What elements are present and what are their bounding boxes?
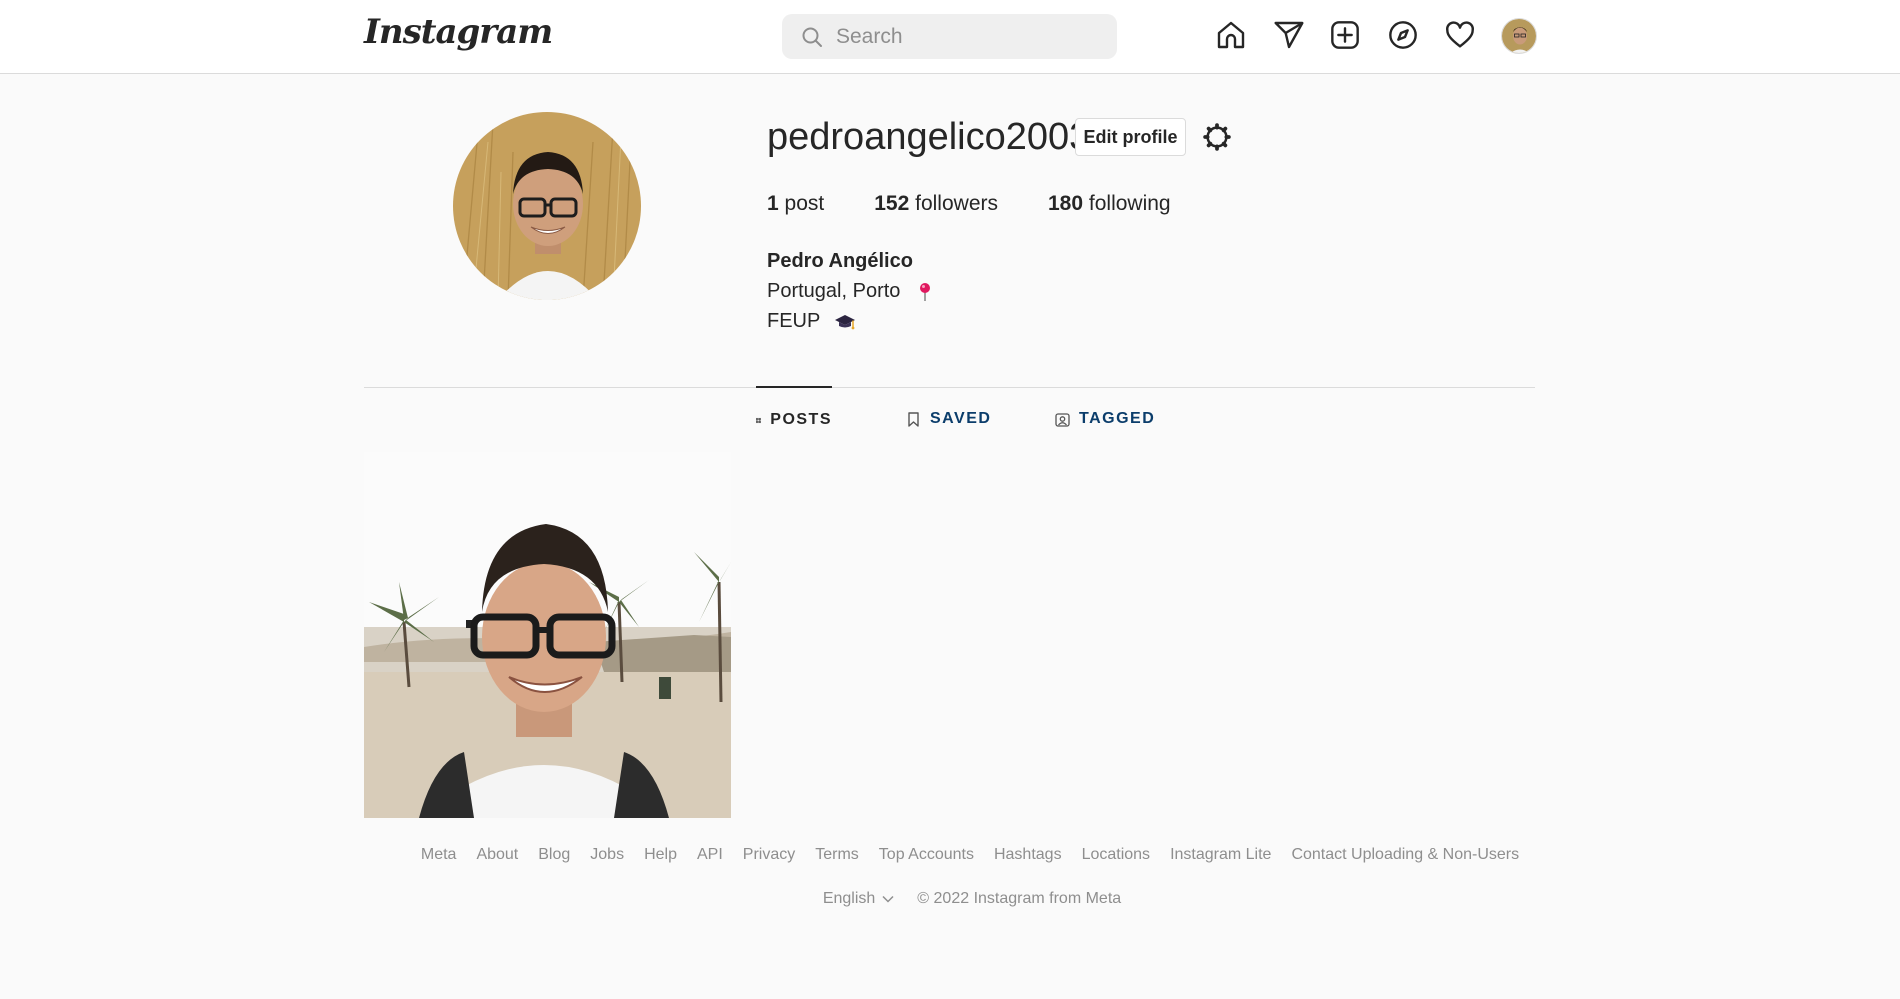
footer-link-locations[interactable]: Locations — [1082, 846, 1151, 864]
edit-profile-button[interactable]: Edit profile — [1075, 118, 1186, 156]
footer-links: Meta About Blog Jobs Help API Privacy Te… — [0, 846, 1900, 864]
direct-message-icon — [1274, 21, 1304, 49]
tab-saved-label: SAVED — [930, 410, 992, 427]
top-navigation-bar: Instagram — [0, 0, 1900, 74]
following-label: following — [1088, 192, 1171, 215]
instagram-logo[interactable]: Instagram — [364, 12, 553, 52]
bio-location-text: Portugal, Porto — [767, 280, 901, 302]
profile-bio: Pedro Angélico Portugal, Porto FEUP — [767, 246, 932, 336]
grid-icon — [756, 417, 762, 423]
home-icon — [1217, 21, 1245, 49]
language-label: English — [822, 890, 876, 907]
followers-count-value: 152 — [874, 192, 910, 215]
tab-tagged[interactable]: TAGGED — [1055, 386, 1155, 452]
footer-link-terms[interactable]: Terms — [815, 846, 859, 864]
posts-count-value: 1 — [767, 192, 779, 215]
copyright-text: © 2022 Instagram from Meta — [917, 890, 1122, 907]
explore-button[interactable] — [1386, 18, 1420, 52]
footer-link-blog[interactable]: Blog — [538, 846, 570, 864]
graduation-cap-icon — [834, 314, 855, 330]
footer-link-meta[interactable]: Meta — [421, 846, 457, 864]
direct-messages-button[interactable] — [1272, 18, 1306, 52]
home-button[interactable] — [1214, 18, 1248, 52]
profile-photo — [453, 112, 641, 300]
search-input[interactable] — [836, 24, 1096, 49]
post-thumbnail[interactable] — [364, 452, 731, 818]
following-count-value: 180 — [1048, 192, 1084, 215]
posts-count: 1 post — [767, 192, 824, 216]
explore-icon — [1389, 21, 1417, 49]
bio-school-text: FEUP — [767, 310, 820, 332]
chevron-down-icon — [882, 895, 894, 903]
footer-link-hashtags[interactable]: Hashtags — [994, 846, 1062, 864]
followers-link[interactable]: 152 followers — [874, 192, 998, 216]
tab-saved[interactable]: SAVED — [906, 386, 991, 452]
profile-username: pedroangelico2003 — [767, 116, 1091, 158]
footer-link-help[interactable]: Help — [644, 846, 677, 864]
profile-avatar-button[interactable] — [1501, 18, 1537, 54]
following-link[interactable]: 180 following — [1048, 192, 1171, 216]
bio-line-location: Portugal, Porto — [767, 276, 932, 306]
footer-link-top-accounts[interactable]: Top Accounts — [879, 846, 974, 864]
avatar-image — [1502, 19, 1536, 53]
tagged-person-icon — [1055, 412, 1070, 427]
footer-link-api[interactable]: API — [697, 846, 723, 864]
footer-link-contact-uploading[interactable]: Contact Uploading & Non-Users — [1291, 846, 1519, 864]
bookmark-icon — [908, 411, 919, 427]
tab-posts-label: POSTS — [770, 411, 832, 428]
footer-bottom: English © 2022 Instagram from Meta — [0, 890, 1900, 908]
footer-link-instagram-lite[interactable]: Instagram Lite — [1170, 846, 1271, 864]
profile-picture[interactable] — [453, 112, 641, 300]
footer-link-jobs[interactable]: Jobs — [590, 846, 624, 864]
activity-button[interactable] — [1443, 18, 1477, 52]
new-post-button[interactable] — [1328, 18, 1362, 52]
search-box[interactable] — [782, 14, 1117, 59]
tab-posts[interactable]: POSTS — [756, 386, 832, 452]
bio-line-school: FEUP — [767, 306, 932, 336]
tab-tagged-label: TAGGED — [1079, 410, 1156, 427]
round-pushpin-icon — [919, 282, 930, 301]
footer-link-about[interactable]: About — [476, 846, 518, 864]
activity-heart-icon — [1446, 21, 1474, 48]
settings-gear-icon — [1203, 123, 1231, 151]
settings-button[interactable] — [1200, 120, 1234, 154]
search-icon — [802, 27, 822, 47]
post-image — [364, 452, 731, 818]
posts-count-label: post — [784, 192, 825, 215]
followers-label: followers — [915, 192, 998, 215]
new-post-icon — [1331, 21, 1359, 49]
profile-full-name: Pedro Angélico — [767, 250, 913, 272]
language-selector[interactable]: English — [823, 890, 895, 908]
profile-stats: 1 post 152 followers 180 following — [767, 192, 1221, 216]
footer-link-privacy[interactable]: Privacy — [743, 846, 795, 864]
